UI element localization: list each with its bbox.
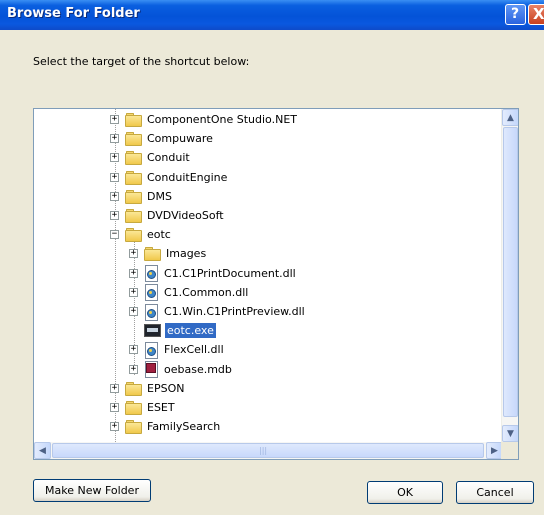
folder-icon — [144, 247, 161, 262]
collapse-icon[interactable]: − — [110, 230, 119, 240]
expand-icon[interactable]: + — [110, 383, 119, 393]
expand-icon[interactable]: + — [110, 191, 119, 201]
tree-item-label: FlexCell.dll — [164, 343, 224, 357]
arrow-down-icon: ▼ — [507, 428, 514, 439]
expand-icon[interactable]: + — [110, 403, 119, 412]
tree-item-label: eotc — [147, 228, 171, 242]
arrow-left-icon: ◀ — [39, 445, 46, 456]
expand-icon[interactable]: + — [110, 422, 119, 432]
expand-icon[interactable]: + — [110, 134, 119, 144]
help-button[interactable]: ? — [505, 4, 526, 25]
expand-icon[interactable]: + — [129, 249, 138, 259]
arrow-right-icon: ▶ — [491, 445, 498, 456]
folder-icon — [125, 189, 142, 204]
tree-item-label: eotc.exe — [164, 322, 217, 340]
tree-item-label: C1.Common.dll — [164, 285, 249, 299]
folder-icon — [125, 132, 142, 147]
tree-item-label: C1.C1PrintDocument.dll — [164, 266, 296, 280]
tree-item[interactable]: + Compuware — [110, 129, 215, 148]
tree-item[interactable]: + ConduitEngine — [110, 168, 229, 187]
scroll-down-button[interactable]: ▼ — [502, 425, 518, 442]
tree-item[interactable]: + Images — [129, 244, 208, 263]
folder-icon — [125, 381, 142, 396]
scroll-left-button[interactable]: ◀ — [34, 442, 51, 459]
tree-item[interactable]: + DMS — [110, 187, 174, 206]
tree-item-label: C1.Win.C1PrintPreview.dll — [164, 305, 305, 318]
tree-item[interactable]: + oebase.mdb — [129, 360, 234, 379]
scroll-up-button[interactable]: ▲ — [502, 109, 518, 126]
tree-item-label: Compuware — [147, 132, 213, 146]
folder-icon — [125, 209, 142, 223]
tree-item[interactable]: + DVDVideoSoft — [110, 206, 226, 225]
horizontal-scroll-thumb[interactable]: ||| — [52, 443, 484, 458]
close-button[interactable]: X — [528, 4, 544, 25]
tree-item[interactable]: + Conduit — [110, 148, 192, 167]
vertical-scrollbar[interactable]: ▲ ▼ — [501, 109, 518, 442]
folder-icon — [125, 170, 142, 185]
expand-icon[interactable]: + — [110, 172, 119, 182]
close-icon: X — [533, 5, 544, 23]
tree-item-label: ConduitEngine — [147, 170, 228, 184]
expand-icon[interactable]: + — [129, 345, 138, 355]
scroll-grip-icon: ||| — [259, 446, 268, 455]
tree-item[interactable]: + ComponentOne Studio.NET — [110, 110, 299, 129]
folder-icon — [125, 228, 142, 243]
tree-item-label: DVDVideoSoft — [147, 209, 224, 222]
tree-item[interactable]: eotc.exe — [129, 321, 217, 340]
expand-icon[interactable]: + — [129, 268, 138, 278]
expand-icon[interactable]: + — [110, 153, 119, 163]
tree-item[interactable]: + C1.Win.C1PrintPreview.dll — [129, 302, 307, 321]
tree-item[interactable]: − eotc — [110, 225, 173, 244]
tree-item-label: EPSON — [147, 381, 185, 395]
mdb-file-icon — [144, 361, 158, 379]
folder-icon — [125, 113, 142, 127]
make-new-folder-button[interactable]: Make New Folder — [33, 479, 151, 502]
folder-icon — [125, 420, 142, 435]
tree-item[interactable]: + FamilySearch — [110, 417, 222, 436]
horizontal-scrollbar[interactable]: ◀ ||| ▶ — [34, 442, 503, 459]
scrollbar-corner — [501, 442, 518, 459]
folder-tree[interactable]: + ComponentOne Studio.NET + Compuware + Condu… — [33, 108, 519, 460]
tree-item-label: ESET — [147, 401, 175, 414]
title-bar[interactable]: Browse For Folder ? X — [0, 0, 544, 30]
tree-item-label: Conduit — [147, 151, 190, 165]
tree-item[interactable]: + C1.Common.dll — [129, 283, 250, 302]
dll-file-icon — [144, 265, 158, 283]
dll-file-icon — [144, 303, 158, 321]
ok-button[interactable]: OK — [367, 481, 443, 504]
tree-item[interactable]: + ESET — [110, 398, 177, 417]
tree-item[interactable]: + EPSON — [110, 379, 186, 398]
window-title: Browse For Folder — [7, 6, 140, 21]
arrow-up-icon: ▲ — [507, 112, 514, 123]
tree-item[interactable]: + C1.C1PrintDocument.dll — [129, 264, 298, 283]
cancel-button[interactable]: Cancel — [456, 481, 534, 504]
expand-icon[interactable]: + — [129, 307, 138, 316]
dll-file-icon — [144, 284, 158, 302]
folder-icon — [125, 151, 142, 166]
expand-icon[interactable]: + — [110, 115, 119, 124]
dll-file-icon — [144, 341, 158, 359]
folder-icon — [125, 401, 142, 415]
tree-item-label: Images — [166, 247, 207, 261]
vertical-scroll-thumb[interactable] — [503, 127, 518, 417]
exe-file-icon — [144, 324, 161, 338]
tree-item-label: FamilySearch — [147, 420, 221, 434]
browse-for-folder-dialog: Browse For Folder ? X Select the target … — [0, 0, 544, 515]
expand-icon[interactable]: + — [129, 287, 138, 297]
instruction-text: Select the target of the shortcut below: — [33, 55, 250, 68]
tree-item-label: DMS — [147, 189, 172, 203]
tree-item-label: oebase.mdb — [164, 362, 232, 376]
expand-icon[interactable]: + — [129, 364, 138, 374]
tree-item-label: ComponentOne Studio.NET — [147, 113, 297, 126]
help-icon: ? — [511, 6, 520, 22]
expand-icon[interactable]: + — [110, 211, 119, 220]
tree-item[interactable]: + FlexCell.dll — [129, 340, 226, 359]
